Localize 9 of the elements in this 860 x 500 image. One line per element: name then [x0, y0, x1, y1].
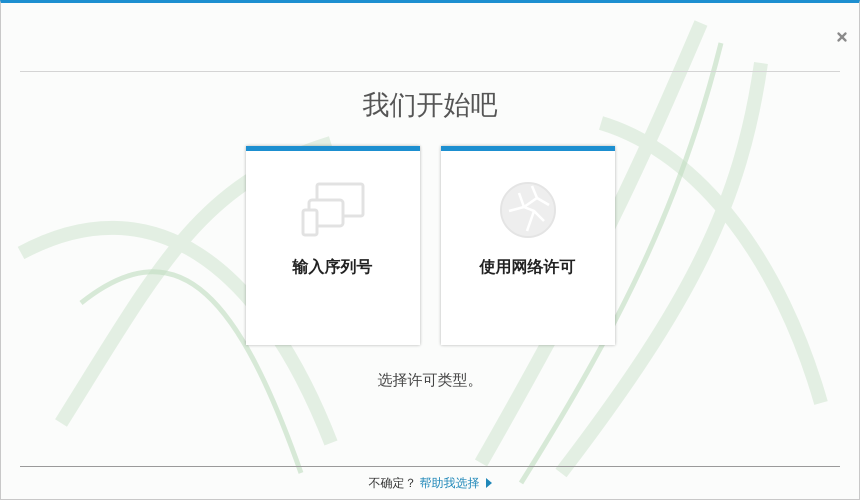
network-globe-icon [498, 181, 556, 239]
dialog-title: 我们开始吧 [362, 89, 498, 123]
license-option-card[interactable]: 输入序列号 [246, 146, 420, 345]
triangle-right-icon [486, 478, 492, 488]
help-question: 不确定？ [368, 474, 416, 492]
instruction-text: 选择许可类型。 [378, 371, 482, 390]
help-link[interactable]: 帮助我选择 [420, 474, 492, 492]
license-option-card[interactable]: 使用网络许可 [440, 146, 614, 345]
devices-icon [300, 182, 364, 238]
